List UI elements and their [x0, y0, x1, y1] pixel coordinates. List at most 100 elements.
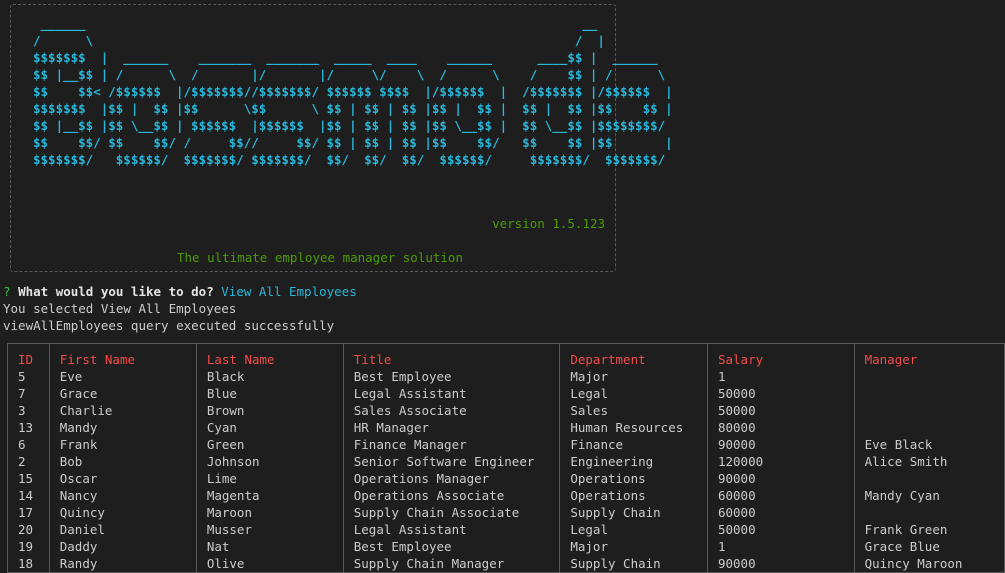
cell-department: Engineering — [559, 453, 708, 470]
cell-title: Senior Software Engineer — [342, 453, 561, 470]
cell-id: 7 — [7, 385, 50, 402]
cell-salary: 60000 — [706, 487, 855, 504]
table-row: 19 Daddy Nat Best Employee Major 1 Grace Blue — [7, 538, 1005, 555]
terminal-window: ______ __ / \ / | $$$$$$$ | ______ _____… — [0, 0, 1005, 573]
col-header-salary: Salary — [706, 343, 855, 368]
employees-table: ID First Name Last Name Title Department… — [7, 343, 1005, 573]
table-row: 20 Daniel Musser Legal Assistant Legal 50000 F… — [7, 521, 1005, 538]
col-header-first-name: First Name — [48, 343, 197, 368]
table-row: 7 Grace Blue Legal Assistant Legal 50000 — [7, 385, 1005, 402]
cell-salary: 90000 — [706, 555, 855, 573]
cell-last-name: Nat — [195, 538, 344, 555]
cell-manager: Mandy Cyan — [853, 487, 1005, 504]
cell-salary: 90000 — [706, 470, 855, 487]
table-row: 5 Eve Black Best Employee Major 1 — [7, 368, 1005, 385]
cell-department: Legal — [559, 385, 708, 402]
cell-title: Supply Chain Manager — [342, 555, 561, 573]
prompt-line[interactable]: ? What would you like to do? View All Em… — [3, 283, 357, 300]
prompt-question: What would you like to do? — [18, 284, 214, 299]
cell-department: Supply Chain — [559, 555, 708, 573]
cell-last-name: Maroon — [195, 504, 344, 521]
cell-manager: Frank Green — [853, 521, 1005, 538]
cell-salary: 1 — [706, 368, 855, 385]
cell-last-name: Lime — [195, 470, 344, 487]
cell-id: 15 — [7, 470, 50, 487]
cell-department: Sales — [559, 402, 708, 419]
output-selected: You selected View All Employees — [3, 301, 237, 316]
cell-last-name: Johnson — [195, 453, 344, 470]
col-header-id: ID — [7, 343, 50, 368]
cell-title: Legal Assistant — [342, 385, 561, 402]
cell-id: 19 — [7, 538, 50, 555]
table-row: 14 Nancy Magenta Operations Associate Operat… — [7, 487, 1005, 504]
cell-last-name: Blue — [195, 385, 344, 402]
cell-manager: Grace Blue — [853, 538, 1005, 555]
cell-last-name: Cyan — [195, 419, 344, 436]
col-header-manager: Manager — [853, 343, 1005, 368]
cell-manager — [853, 385, 1005, 402]
cell-manager: Alice Smith — [853, 453, 1005, 470]
cell-first-name: Nancy — [48, 487, 197, 504]
cell-id: 6 — [7, 436, 50, 453]
cell-first-name: Mandy — [48, 419, 197, 436]
cell-first-name: Eve — [48, 368, 197, 385]
cell-manager — [853, 470, 1005, 487]
cell-id: 13 — [7, 419, 50, 436]
cell-first-name: Oscar — [48, 470, 197, 487]
cell-last-name: Olive — [195, 555, 344, 573]
prompt-answer: View All Employees — [221, 284, 357, 299]
col-header-title: Title — [342, 343, 561, 368]
cell-title: Sales Associate — [342, 402, 561, 419]
table-row: 13 Mandy Cyan HR Manager Human Resources 8000… — [7, 419, 1005, 436]
cell-title: Operations Associate — [342, 487, 561, 504]
cell-id: 18 — [7, 555, 50, 573]
prompt-marker: ? — [3, 284, 11, 299]
cell-first-name: Quincy — [48, 504, 197, 521]
cell-id: 5 — [7, 368, 50, 385]
cell-title: Finance Manager — [342, 436, 561, 453]
cell-first-name: Daniel — [48, 521, 197, 538]
cell-first-name: Bob — [48, 453, 197, 470]
col-header-last-name: Last Name — [195, 343, 344, 368]
cell-id: 14 — [7, 487, 50, 504]
cell-title: Legal Assistant — [342, 521, 561, 538]
tagline: The ultimate employee manager solution — [177, 250, 463, 265]
table-row: 6 Frank Green Finance Manager Finance 90000 Ev… — [7, 436, 1005, 453]
cell-department: Operations — [559, 487, 708, 504]
output-status: viewAllEmployees query executed successf… — [3, 318, 335, 333]
cell-id: 17 — [7, 504, 50, 521]
cell-salary: 90000 — [706, 436, 855, 453]
cell-last-name: Black — [195, 368, 344, 385]
cell-department: Major — [559, 368, 708, 385]
cell-manager — [853, 504, 1005, 521]
table-row: 18 Randy Olive Supply Chain Manager Supply C… — [7, 555, 1005, 573]
cell-department: Operations — [559, 470, 708, 487]
cell-title: Supply Chain Associate — [342, 504, 561, 521]
cell-salary: 1 — [706, 538, 855, 555]
cell-last-name: Brown — [195, 402, 344, 419]
cell-department: Finance — [559, 436, 708, 453]
cell-manager — [853, 368, 1005, 385]
cell-salary: 120000 — [706, 453, 855, 470]
ascii-logo: ______ __ / \ / | $$$$$$$ | ______ _____… — [33, 16, 673, 167]
table-row: 2 Bob Johnson Senior Software Engineer Engin… — [7, 453, 1005, 470]
cell-id: 20 — [7, 521, 50, 538]
cell-title: Best Employee — [342, 538, 561, 555]
cell-salary: 50000 — [706, 385, 855, 402]
cell-first-name: Daddy — [48, 538, 197, 555]
cell-department: Human Resources — [559, 419, 708, 436]
cell-title: Best Employee — [342, 368, 561, 385]
cell-first-name: Grace — [48, 385, 197, 402]
cell-salary: 80000 — [706, 419, 855, 436]
app-banner: ______ __ / \ / | $$$$$$$ | ______ _____… — [10, 4, 673, 272]
version-label: version 1.5.123 — [492, 216, 605, 231]
cell-id: 2 — [7, 453, 50, 470]
table-row: 3 Charlie Brown Sales Associate Sales 50000 — [7, 402, 1005, 419]
table-header-row: ID First Name Last Name Title Department… — [7, 343, 1005, 368]
table-body: 5 Eve Black Best Employee Major 1 7 Grace Blue Le… — [7, 368, 1005, 573]
cell-salary: 50000 — [706, 402, 855, 419]
cell-manager — [853, 419, 1005, 436]
cell-id: 3 — [7, 402, 50, 419]
cell-last-name: Green — [195, 436, 344, 453]
cell-department: Supply Chain — [559, 504, 708, 521]
